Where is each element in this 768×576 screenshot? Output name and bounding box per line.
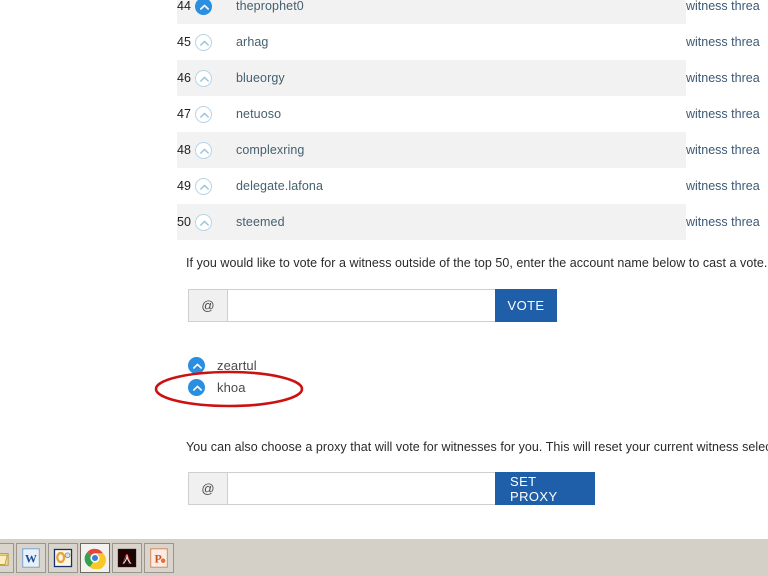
witness-thread-link[interactable]: witness threa — [686, 0, 768, 24]
outlook-icon — [53, 548, 73, 567]
rank-cell: 47 — [177, 96, 236, 132]
rank-number: 48 — [177, 143, 191, 157]
table-row[interactable]: 49 delegate.lafona witness threa — [177, 168, 768, 204]
upvote-icon[interactable] — [194, 141, 212, 159]
upvote-icon[interactable] — [194, 33, 212, 51]
rank-cell: 49 — [177, 168, 236, 204]
vote-input-group: @ VOTE — [188, 289, 557, 322]
rank-cell: 45 — [177, 24, 236, 60]
witness-ranking-table: 44 theprophet0 witness threa 45 arhag wi… — [177, 0, 768, 240]
svg-text:W: W — [25, 551, 37, 565]
rank-cell: 46 — [177, 60, 236, 96]
table-row[interactable]: 44 theprophet0 witness threa — [177, 0, 768, 24]
selected-witnesses-list: zeartul khoa — [186, 355, 406, 399]
folder-icon — [0, 552, 9, 566]
table-row[interactable]: 46 blueorgy witness threa — [177, 60, 768, 96]
taskbar-item-word-window[interactable]: W — [16, 542, 46, 573]
word-icon: W — [22, 547, 40, 568]
chrome-icon — [84, 548, 106, 569]
witness-name[interactable]: delegate.lafona — [236, 168, 686, 204]
witness-name[interactable]: steemed — [236, 204, 686, 240]
witness-thread-link[interactable]: witness threa — [686, 168, 768, 204]
rank-cell: 44 — [177, 0, 236, 24]
rank-number: 44 — [177, 0, 191, 13]
taskbar-item-folder-window[interactable] — [0, 542, 14, 573]
upvote-icon[interactable] — [194, 213, 212, 231]
at-symbol-addon: @ — [188, 289, 227, 322]
browser-page-viewport: 44 theprophet0 witness threa 45 arhag wi… — [0, 0, 768, 538]
witness-thread-link[interactable]: witness threa — [686, 96, 768, 132]
at-symbol-addon: @ — [188, 472, 227, 505]
upvote-icon[interactable] — [194, 0, 212, 15]
acrobat-icon: Λ — [117, 548, 137, 567]
taskbar-item-outlook-window[interactable] — [48, 542, 78, 573]
list-item[interactable]: khoa — [186, 377, 406, 397]
taskbar-item-powerpoint-window[interactable]: P — [144, 542, 174, 573]
proxy-instructions-text: You can also choose a proxy that will vo… — [186, 440, 768, 454]
vote-instructions-text: If you would like to vote for a witness … — [186, 256, 768, 270]
rank-cell: 50 — [177, 204, 236, 240]
windows-taskbar: W Λ P — [0, 538, 768, 576]
vote-button[interactable]: VOTE — [495, 289, 557, 322]
witness-thread-link[interactable]: witness threa — [686, 24, 768, 60]
table-row[interactable]: 45 arhag witness threa — [177, 24, 768, 60]
witness-name[interactable]: arhag — [236, 24, 686, 60]
witness-account-input[interactable] — [227, 289, 495, 322]
taskbar-item-chrome-window[interactable] — [80, 542, 110, 573]
upvote-icon[interactable] — [194, 69, 212, 87]
taskbar-item-acrobat-window[interactable]: Λ — [112, 542, 142, 573]
svg-text:P: P — [154, 551, 161, 565]
table-row[interactable]: 48 complexring witness threa — [177, 132, 768, 168]
table-row[interactable]: 50 steemed witness threa — [177, 204, 768, 240]
upvote-icon[interactable] — [188, 356, 205, 374]
rank-cell: 48 — [177, 132, 236, 168]
table-row[interactable]: 47 netuoso witness threa — [177, 96, 768, 132]
selected-witness-name[interactable]: zeartul — [217, 358, 257, 373]
witness-thread-link[interactable]: witness threa — [686, 132, 768, 168]
rank-number: 46 — [177, 71, 191, 85]
svg-text:Λ: Λ — [122, 551, 133, 567]
proxy-input-group: @ SET PROXY — [188, 472, 595, 505]
witness-thread-link[interactable]: witness threa — [686, 204, 768, 240]
list-item[interactable]: zeartul — [186, 355, 406, 375]
witness-name[interactable]: theprophet0 — [236, 0, 686, 24]
rank-number: 45 — [177, 35, 191, 49]
upvote-icon[interactable] — [194, 177, 212, 195]
witness-name[interactable]: blueorgy — [236, 60, 686, 96]
upvote-icon[interactable] — [194, 105, 212, 123]
screen: 44 theprophet0 witness threa 45 arhag wi… — [0, 0, 768, 576]
witness-name[interactable]: complexring — [236, 132, 686, 168]
powerpoint-icon: P — [150, 547, 168, 568]
selected-witness-name[interactable]: khoa — [217, 380, 246, 395]
rank-number: 47 — [177, 107, 191, 121]
witness-table-body: 44 theprophet0 witness threa 45 arhag wi… — [177, 0, 768, 240]
witness-thread-link[interactable]: witness threa — [686, 60, 768, 96]
witness-name[interactable]: netuoso — [236, 96, 686, 132]
rank-number: 49 — [177, 179, 191, 193]
set-proxy-button[interactable]: SET PROXY — [495, 472, 595, 505]
rank-number: 50 — [177, 215, 191, 229]
proxy-account-input[interactable] — [227, 472, 495, 505]
upvote-icon[interactable] — [188, 378, 205, 396]
